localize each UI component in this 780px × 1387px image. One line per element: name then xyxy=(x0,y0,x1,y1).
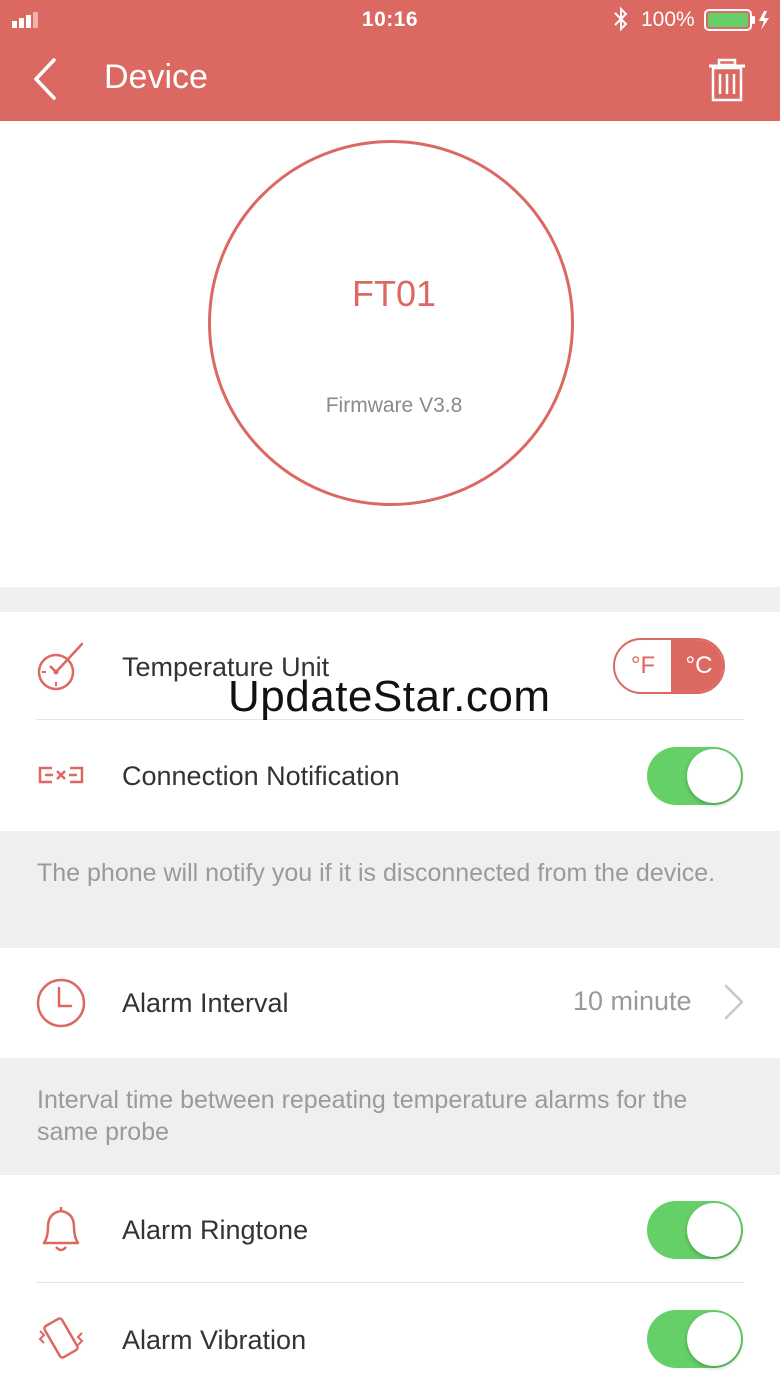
device-name: FT01 xyxy=(351,273,437,314)
alarm-ringtone-toggle[interactable] xyxy=(647,1201,743,1259)
clock-icon xyxy=(36,978,86,1028)
device-header: FT01 Firmware V3.8 xyxy=(0,121,780,587)
connection-notification-label: Connection Notification xyxy=(122,761,400,791)
chevron-right-icon xyxy=(724,984,744,1020)
connection-notification-row: Connection Notification xyxy=(0,720,780,831)
alarm-interval-note: Interval time between repeating temperat… xyxy=(0,1058,780,1175)
bluetooth-icon xyxy=(614,6,628,32)
toggle-knob xyxy=(687,1203,741,1257)
disconnect-icon xyxy=(38,766,84,784)
connection-notification-note-text: The phone will notify you if it is disco… xyxy=(37,859,716,887)
status-bar: 10:16 100% xyxy=(0,0,780,40)
toggle-knob xyxy=(687,1312,741,1366)
temperature-unit-switch[interactable]: °F °C xyxy=(613,638,725,694)
alarm-vibration-toggle[interactable] xyxy=(647,1310,743,1368)
unit-option-celsius[interactable]: °C xyxy=(671,640,723,692)
unit-option-fahrenheit[interactable]: °F xyxy=(615,640,671,692)
connection-notification-note: The phone will notify you if it is disco… xyxy=(0,831,780,948)
toggle-knob xyxy=(687,749,741,803)
page-title: Device xyxy=(104,58,208,96)
alarm-ringtone-label: Alarm Ringtone xyxy=(122,1215,309,1245)
bell-icon xyxy=(42,1207,80,1252)
nav-bar: Device xyxy=(0,40,780,121)
alarm-interval-note-text: Interval time between repeating temperat… xyxy=(37,1086,688,1146)
connection-notification-toggle[interactable] xyxy=(647,747,743,805)
alarm-interval-row[interactable]: Alarm Interval 10 minute xyxy=(0,948,780,1058)
firmware-version: Firmware V3.8 xyxy=(325,394,463,417)
battery-percent: 100% xyxy=(641,8,695,31)
section-gap xyxy=(0,587,780,612)
thermometer-dial-icon xyxy=(37,642,84,691)
trash-icon[interactable] xyxy=(706,58,748,102)
battery-icon xyxy=(704,9,769,31)
watermark: UpdateStar.com xyxy=(228,672,551,721)
device-circle: FT01 Firmware V3.8 xyxy=(208,140,574,506)
back-icon[interactable] xyxy=(28,56,64,102)
alarm-ringtone-row: Alarm Ringtone xyxy=(0,1175,780,1283)
alarm-vibration-label: Alarm Vibration xyxy=(122,1325,307,1355)
alarm-vibration-row: Alarm Vibration xyxy=(0,1283,780,1387)
vibration-phone-icon xyxy=(38,1317,84,1359)
alarm-interval-value: 10 minute xyxy=(573,986,692,1016)
alarm-interval-label: Alarm Interval xyxy=(122,988,289,1018)
